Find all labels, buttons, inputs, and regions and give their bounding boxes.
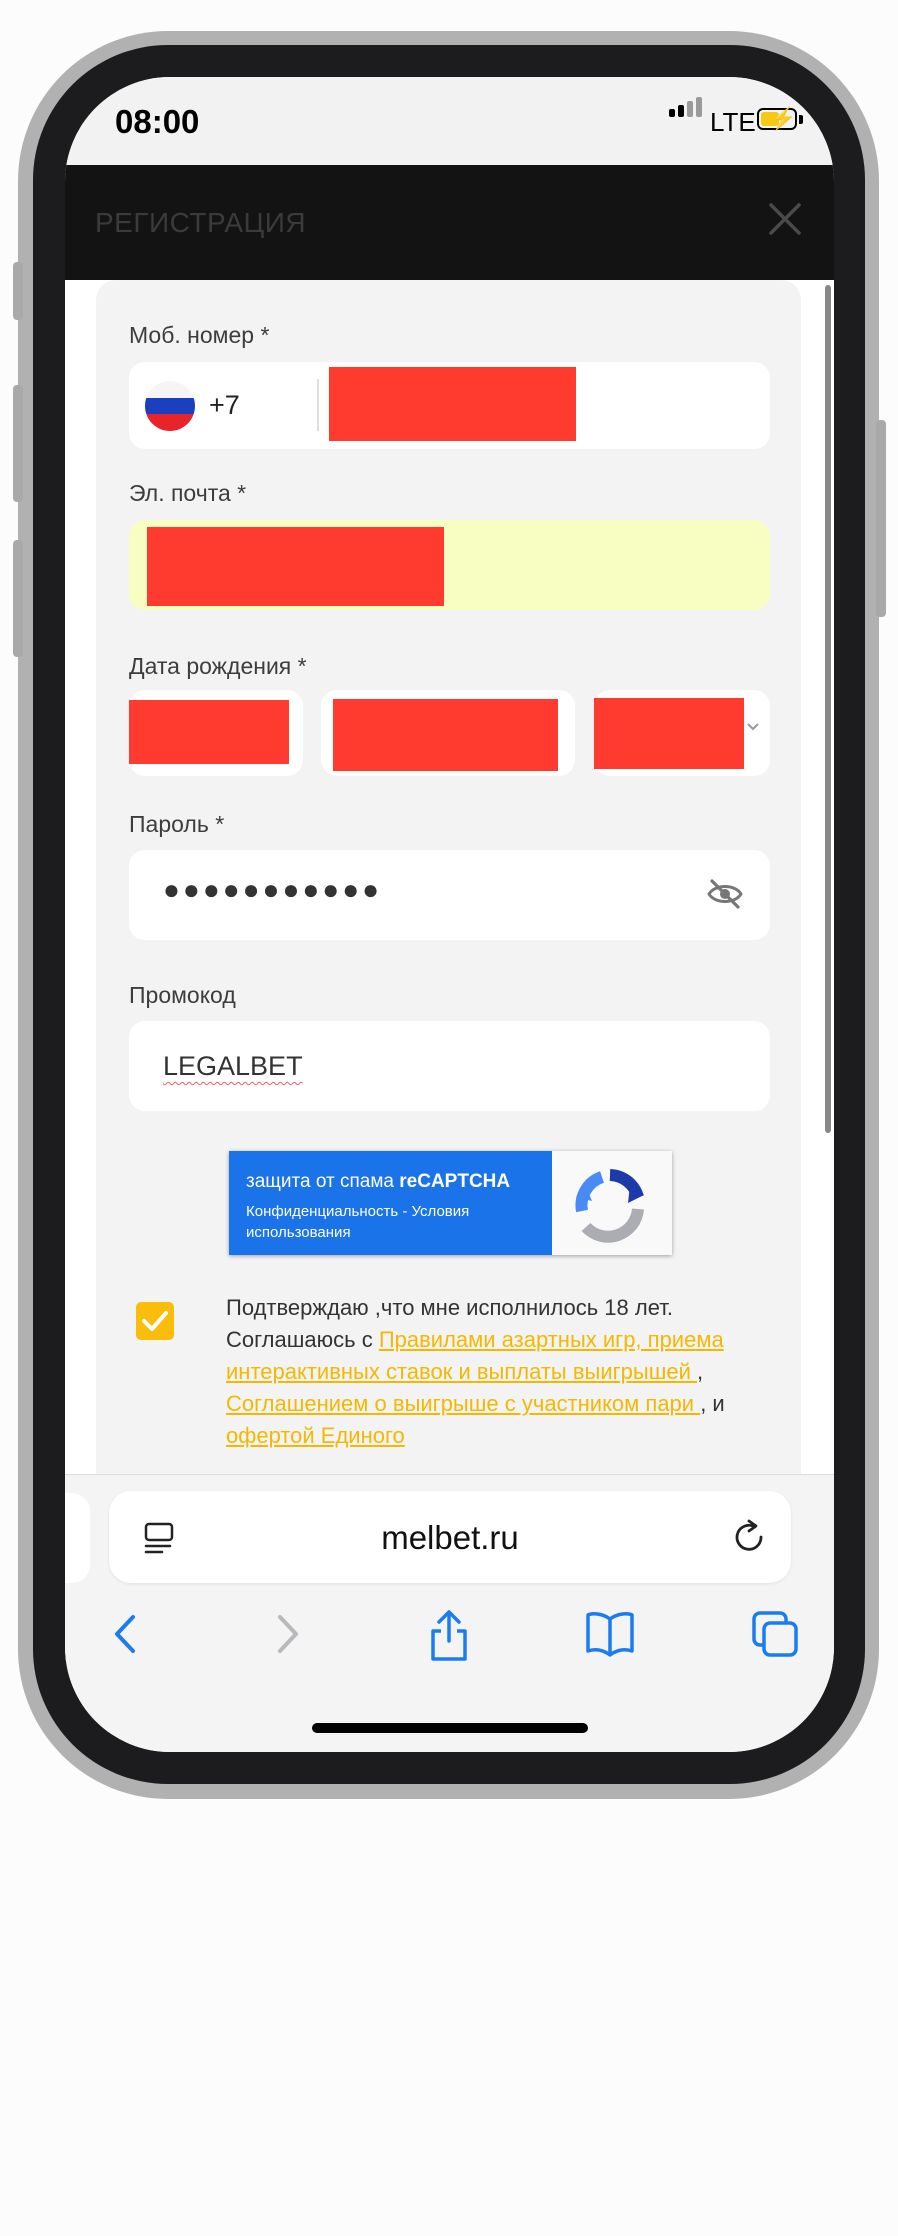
password-value[interactable]: ●●●●●●●●●●● bbox=[163, 874, 382, 906]
win-agreement-link[interactable]: Соглашением о выигрыше с участником пари bbox=[226, 1391, 700, 1416]
promo-value[interactable]: LEGALBET bbox=[163, 1051, 303, 1082]
modal-header: РЕГИСТРАЦИЯ bbox=[65, 165, 834, 280]
previous-tab-preview[interactable] bbox=[65, 1493, 90, 1583]
country-code[interactable]: +7 bbox=[209, 390, 240, 421]
bookmarks-icon[interactable] bbox=[584, 1609, 636, 1659]
address-bar[interactable]: melbet.ru bbox=[109, 1491, 791, 1583]
battery-icon: ⚡ bbox=[757, 106, 797, 131]
recaptcha-info: защита от спама reCAPTCHA Конфиденциальн… bbox=[229, 1151, 552, 1255]
clock: 08:00 bbox=[115, 103, 200, 140]
email-label: Эл. почта * bbox=[129, 480, 247, 506]
offer-link[interactable]: офертой Единого bbox=[226, 1423, 405, 1448]
share-icon[interactable] bbox=[427, 1609, 471, 1663]
recaptcha-logo-icon bbox=[575, 1169, 644, 1243]
page-title: РЕГИСТРАЦИЯ bbox=[95, 207, 307, 238]
russia-flag-icon[interactable] bbox=[145, 381, 195, 431]
forward-icon[interactable] bbox=[268, 1609, 306, 1659]
birth-year-select[interactable] bbox=[594, 690, 770, 776]
registration-form-area[interactable]: Моб. номер * +7 Эл. почта * Дата рождени… bbox=[65, 280, 834, 1475]
email-field[interactable] bbox=[129, 520, 770, 610]
promo-label: Промокод bbox=[129, 982, 236, 1008]
hide-password-icon[interactable] bbox=[707, 878, 743, 910]
birth-month-redacted bbox=[333, 699, 558, 771]
home-indicator[interactable] bbox=[312, 1723, 588, 1733]
password-label: Пароль * bbox=[129, 811, 225, 837]
network-type: LTE bbox=[710, 107, 756, 137]
checkmark-icon bbox=[142, 1311, 168, 1331]
phone-input-redacted[interactable] bbox=[329, 367, 576, 441]
promo-field[interactable]: LEGALBET bbox=[129, 1021, 770, 1111]
recaptcha-privacy-link[interactable]: Конфиденциальность bbox=[246, 1203, 398, 1220]
phone-label: Моб. номер * bbox=[129, 322, 270, 348]
birth-year-redacted bbox=[594, 698, 744, 769]
password-field[interactable]: ●●●●●●●●●●● bbox=[129, 850, 770, 940]
back-icon[interactable] bbox=[107, 1609, 145, 1659]
birth-day-select[interactable] bbox=[129, 690, 303, 776]
tabs-icon[interactable] bbox=[750, 1609, 800, 1659]
reload-icon[interactable] bbox=[731, 1519, 767, 1555]
close-icon[interactable] bbox=[765, 199, 805, 239]
registration-form: Моб. номер * +7 Эл. почта * Дата рождени… bbox=[96, 280, 801, 1475]
chevron-down-icon bbox=[747, 723, 759, 731]
email-input-redacted[interactable] bbox=[147, 527, 444, 606]
power-button bbox=[876, 420, 886, 617]
age-consent-checkbox[interactable] bbox=[136, 1302, 174, 1340]
mute-switch bbox=[13, 262, 23, 320]
consent-text: Подтверждаю ,что мне исполнилось 18 лет.… bbox=[226, 1295, 725, 1448]
status-bar: 08:00 LTE ⚡ bbox=[65, 77, 834, 165]
browser-bottom-bar: melbet.ru bbox=[65, 1474, 834, 1752]
phone-divider bbox=[317, 379, 319, 431]
phone-screen: 08:00 LTE ⚡ РЕГИСТРАЦИЯ Моб. номер * +7 … bbox=[65, 77, 834, 1752]
recaptcha-title: защита от спама reCAPTCHA bbox=[246, 1171, 511, 1192]
recaptcha-links: Конфиденциальность - Условия использован… bbox=[246, 1203, 470, 1241]
scrollbar[interactable] bbox=[825, 285, 831, 1133]
url-text[interactable]: melbet.ru bbox=[109, 1519, 791, 1557]
volume-up-button bbox=[13, 385, 23, 502]
battery-tip bbox=[799, 115, 803, 124]
birthdate-label: Дата рождения * bbox=[129, 653, 307, 679]
birth-month-select[interactable] bbox=[321, 690, 575, 776]
phone-field[interactable]: +7 bbox=[129, 362, 770, 449]
recaptcha-badge[interactable]: защита от спама reCAPTCHA Конфиденциальн… bbox=[229, 1151, 672, 1255]
volume-down-button bbox=[13, 540, 23, 657]
birth-day-redacted bbox=[129, 700, 289, 764]
